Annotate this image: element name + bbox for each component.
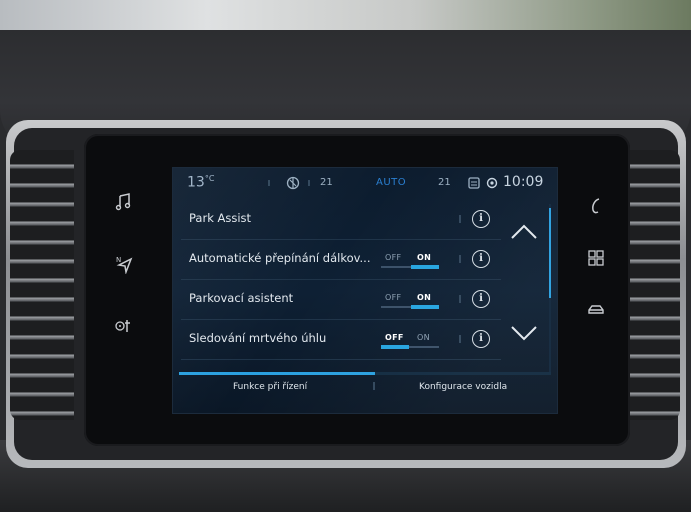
air-vent-right[interactable]: [622, 150, 680, 420]
status-separator: [308, 180, 310, 186]
navigation-button[interactable]: N: [110, 250, 138, 278]
fan-level: 21: [320, 177, 333, 188]
toggle-off-label: OFF: [385, 293, 402, 302]
tab-driving-functions[interactable]: Funkce při řízení: [233, 382, 307, 392]
toggle-on-label: ON: [417, 333, 430, 342]
toggle-on-label: ON: [417, 293, 432, 302]
air-vent-left[interactable]: [10, 150, 74, 420]
info-icon[interactable]: i: [472, 330, 490, 348]
driver-temp-value: 13: [187, 174, 205, 191]
temp-unit: °C: [204, 174, 215, 183]
climate-auto-mode[interactable]: AUTO: [376, 177, 406, 188]
toggle-off-label: OFF: [385, 333, 404, 342]
list-item-park-assist[interactable]: Park Assist i: [181, 201, 501, 240]
toggle-thumb: [381, 345, 409, 349]
vehicle-button[interactable]: [582, 296, 610, 324]
music-button[interactable]: [110, 188, 138, 216]
tab-vehicle-configuration[interactable]: Konfigurace vozidla: [419, 382, 507, 392]
tab-separator: [373, 382, 375, 390]
tab-bar: Funkce při řízení Konfigurace vozidla: [173, 368, 557, 413]
info-separator: [459, 215, 461, 223]
status-separator: [268, 180, 270, 186]
climate-fan-icon: [115, 320, 130, 332]
car-icon: [588, 305, 604, 314]
status-bar: 13°C 21 AUTO 21 10:09: [173, 168, 557, 198]
clock: 10:09: [503, 174, 544, 190]
list-item-label: Automatické přepínání dálkov...: [189, 251, 371, 265]
fan-icon[interactable]: [286, 176, 300, 190]
notification-icon[interactable]: [467, 176, 481, 190]
info-icon[interactable]: i: [472, 210, 490, 228]
info-separator: [459, 255, 461, 263]
auto-high-beam-toggle[interactable]: OFF ON: [381, 253, 441, 271]
navigation-icon: N: [116, 256, 133, 274]
toggle-thumb: [411, 265, 439, 269]
toggle-thumb: [411, 305, 439, 309]
chevron-up-icon: [511, 224, 537, 239]
scroll-down-button[interactable]: [509, 323, 539, 345]
toggle-on-label: ON: [417, 253, 432, 262]
list-item-label: Parkovací asistent: [189, 291, 294, 305]
list-item-blind-spot[interactable]: Sledování mrtvého úhlu OFF ON i: [181, 321, 501, 360]
list-item-parking-assistant[interactable]: Parkovací asistent OFF ON i: [181, 281, 501, 320]
info-separator: [459, 335, 461, 343]
list-item-auto-high-beam[interactable]: Automatické přepínání dálkov... OFF ON i: [181, 241, 501, 280]
info-icon[interactable]: i: [472, 250, 490, 268]
list-item-label: Park Assist: [189, 211, 252, 225]
phone-icon: [592, 198, 600, 214]
info-separator: [459, 295, 461, 303]
climate-button[interactable]: [110, 312, 138, 340]
infotainment-screen: 13°C 21 AUTO 21 10:09 Park Assist i Auto: [172, 167, 558, 414]
scrollbar-thumb[interactable]: [549, 208, 551, 298]
phone-button[interactable]: [582, 192, 610, 220]
chevron-down-icon: [511, 326, 537, 341]
list-item-label: Sledování mrtvého úhlu: [189, 331, 327, 345]
tab-indicator-active: [179, 372, 375, 375]
toggle-off-label: OFF: [385, 253, 402, 262]
scroll-up-button[interactable]: [509, 220, 539, 242]
driver-temperature[interactable]: 13°C: [187, 174, 214, 191]
info-icon[interactable]: i: [472, 290, 490, 308]
parking-assistant-toggle[interactable]: OFF ON: [381, 293, 441, 311]
passenger-temperature[interactable]: 21: [438, 177, 451, 188]
svg-text:N: N: [116, 256, 121, 264]
apps-grid-icon: [588, 250, 604, 266]
blind-spot-toggle[interactable]: OFF ON: [381, 333, 441, 351]
apps-button[interactable]: [582, 244, 610, 272]
gear-icon[interactable]: [485, 176, 499, 190]
music-icon: [115, 193, 131, 211]
